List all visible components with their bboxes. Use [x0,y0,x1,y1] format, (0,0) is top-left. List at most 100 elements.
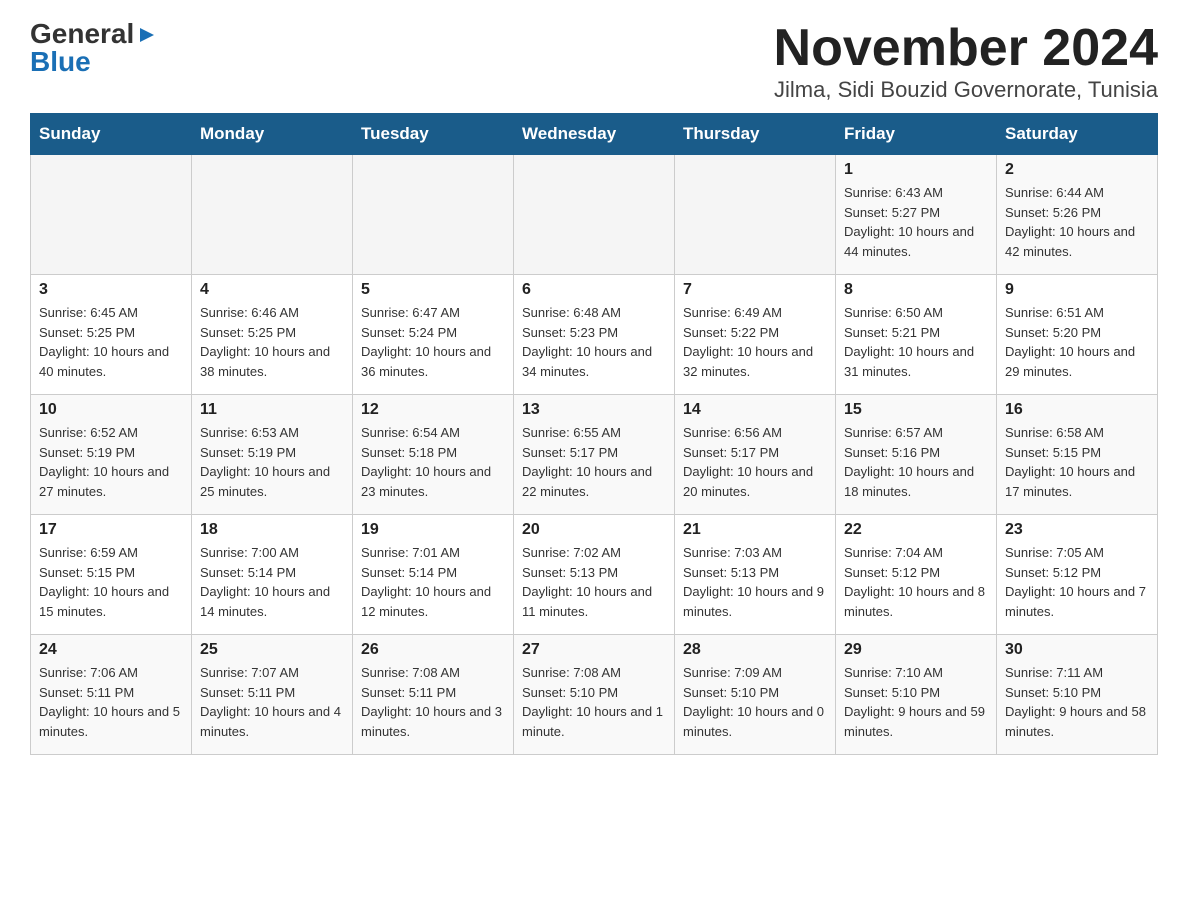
day-info: Sunrise: 7:10 AMSunset: 5:10 PMDaylight:… [844,663,988,741]
calendar-cell: 7 Sunrise: 6:49 AMSunset: 5:22 PMDaylight… [675,275,836,395]
header-sunday: Sunday [31,114,192,155]
day-number: 17 [39,521,183,539]
day-info: Sunrise: 7:06 AMSunset: 5:11 PMDaylight:… [39,663,183,741]
day-info: Sunrise: 6:57 AMSunset: 5:16 PMDaylight:… [844,423,988,501]
day-number: 28 [683,641,827,659]
day-number: 2 [1005,161,1149,179]
calendar-cell: 12 Sunrise: 6:54 AMSunset: 5:18 PMDayligh… [353,395,514,515]
day-number: 23 [1005,521,1149,539]
calendar-cell: 28 Sunrise: 7:09 AMSunset: 5:10 PMDayligh… [675,635,836,755]
calendar-cell: 3 Sunrise: 6:45 AMSunset: 5:25 PMDaylight… [31,275,192,395]
calendar-cell: 24Sunrise: 7:06 AMSunset: 5:11 PMDayligh… [31,635,192,755]
day-number: 20 [522,521,666,539]
header-friday: Friday [836,114,997,155]
calendar-week-row: 17 Sunrise: 6:59 AMSunset: 5:15 PMDayligh… [31,515,1158,635]
title-block: November 2024 Jilma, Sidi Bouzid Governo… [774,20,1158,103]
day-info: Sunrise: 7:03 AMSunset: 5:13 PMDaylight:… [683,543,827,621]
day-info: Sunrise: 6:47 AMSunset: 5:24 PMDaylight:… [361,303,505,381]
calendar-cell: 15 Sunrise: 6:57 AMSunset: 5:16 PMDayligh… [836,395,997,515]
day-info: Sunrise: 7:02 AMSunset: 5:13 PMDaylight:… [522,543,666,621]
calendar-cell: 5 Sunrise: 6:47 AMSunset: 5:24 PMDaylight… [353,275,514,395]
day-info: Sunrise: 6:45 AMSunset: 5:25 PMDaylight:… [39,303,183,381]
day-info: Sunrise: 6:59 AMSunset: 5:15 PMDaylight:… [39,543,183,621]
day-number: 15 [844,401,988,419]
day-number: 5 [361,281,505,299]
calendar-cell: 23 Sunrise: 7:05 AMSunset: 5:12 PMDayligh… [997,515,1158,635]
calendar-cell [192,155,353,275]
header-monday: Monday [192,114,353,155]
calendar-header-row: SundayMondayTuesdayWednesdayThursdayFrid… [31,114,1158,155]
day-number: 10 [39,401,183,419]
calendar-cell: 8 Sunrise: 6:50 AMSunset: 5:21 PMDaylight… [836,275,997,395]
page-header: General Blue November 2024 Jilma, Sidi B… [30,20,1158,103]
logo-text-general: General [30,20,134,48]
day-number: 25 [200,641,344,659]
calendar-cell [675,155,836,275]
day-number: 13 [522,401,666,419]
day-number: 26 [361,641,505,659]
day-number: 21 [683,521,827,539]
day-info: Sunrise: 7:09 AMSunset: 5:10 PMDaylight:… [683,663,827,741]
day-info: Sunrise: 6:43 AMSunset: 5:27 PMDaylight:… [844,183,988,261]
calendar-cell: 6 Sunrise: 6:48 AMSunset: 5:23 PMDaylight… [514,275,675,395]
calendar-cell: 16Sunrise: 6:58 AMSunset: 5:15 PMDayligh… [997,395,1158,515]
day-info: Sunrise: 7:08 AMSunset: 5:11 PMDaylight:… [361,663,505,741]
calendar-table: SundayMondayTuesdayWednesdayThursdayFrid… [30,113,1158,755]
day-number: 16 [1005,401,1149,419]
calendar-cell: 10 Sunrise: 6:52 AMSunset: 5:19 PMDayligh… [31,395,192,515]
calendar-cell: 27Sunrise: 7:08 AMSunset: 5:10 PMDayligh… [514,635,675,755]
calendar-cell: 25 Sunrise: 7:07 AMSunset: 5:11 PMDayligh… [192,635,353,755]
header-wednesday: Wednesday [514,114,675,155]
day-number: 9 [1005,281,1149,299]
day-info: Sunrise: 6:50 AMSunset: 5:21 PMDaylight:… [844,303,988,381]
day-info: Sunrise: 7:01 AMSunset: 5:14 PMDaylight:… [361,543,505,621]
day-number: 11 [200,401,344,419]
logo-text-blue: Blue [30,48,91,76]
day-info: Sunrise: 7:07 AMSunset: 5:11 PMDaylight:… [200,663,344,741]
day-number: 6 [522,281,666,299]
day-info: Sunrise: 6:56 AMSunset: 5:17 PMDaylight:… [683,423,827,501]
calendar-cell: 14 Sunrise: 6:56 AMSunset: 5:17 PMDayligh… [675,395,836,515]
calendar-title: November 2024 [774,20,1158,77]
calendar-cell: 18 Sunrise: 7:00 AMSunset: 5:14 PMDayligh… [192,515,353,635]
header-tuesday: Tuesday [353,114,514,155]
day-number: 3 [39,281,183,299]
day-info: Sunrise: 6:44 AMSunset: 5:26 PMDaylight:… [1005,183,1149,261]
day-number: 12 [361,401,505,419]
day-number: 8 [844,281,988,299]
calendar-week-row: 1Sunrise: 6:43 AMSunset: 5:27 PMDaylight… [31,155,1158,275]
calendar-cell [353,155,514,275]
calendar-cell: 21 Sunrise: 7:03 AMSunset: 5:13 PMDayligh… [675,515,836,635]
day-number: 4 [200,281,344,299]
calendar-cell: 9 Sunrise: 6:51 AMSunset: 5:20 PMDaylight… [997,275,1158,395]
day-info: Sunrise: 6:52 AMSunset: 5:19 PMDaylight:… [39,423,183,501]
day-number: 30 [1005,641,1149,659]
calendar-cell: 22Sunrise: 7:04 AMSunset: 5:12 PMDayligh… [836,515,997,635]
day-info: Sunrise: 7:00 AMSunset: 5:14 PMDaylight:… [200,543,344,621]
day-info: Sunrise: 6:53 AMSunset: 5:19 PMDaylight:… [200,423,344,501]
calendar-cell: 20 Sunrise: 7:02 AMSunset: 5:13 PMDayligh… [514,515,675,635]
calendar-cell: 29Sunrise: 7:10 AMSunset: 5:10 PMDayligh… [836,635,997,755]
calendar-cell: 17 Sunrise: 6:59 AMSunset: 5:15 PMDayligh… [31,515,192,635]
day-number: 14 [683,401,827,419]
calendar-cell [31,155,192,275]
day-info: Sunrise: 7:04 AMSunset: 5:12 PMDaylight:… [844,543,988,621]
day-info: Sunrise: 6:54 AMSunset: 5:18 PMDaylight:… [361,423,505,501]
calendar-cell: 30Sunrise: 7:11 AMSunset: 5:10 PMDayligh… [997,635,1158,755]
day-number: 7 [683,281,827,299]
calendar-week-row: 24Sunrise: 7:06 AMSunset: 5:11 PMDayligh… [31,635,1158,755]
calendar-cell: 4 Sunrise: 6:46 AMSunset: 5:25 PMDaylight… [192,275,353,395]
day-info: Sunrise: 6:48 AMSunset: 5:23 PMDaylight:… [522,303,666,381]
logo: General Blue [30,20,158,76]
day-info: Sunrise: 6:49 AMSunset: 5:22 PMDaylight:… [683,303,827,381]
calendar-cell: 26 Sunrise: 7:08 AMSunset: 5:11 PMDayligh… [353,635,514,755]
day-info: Sunrise: 6:55 AMSunset: 5:17 PMDaylight:… [522,423,666,501]
calendar-cell: 13 Sunrise: 6:55 AMSunset: 5:17 PMDayligh… [514,395,675,515]
day-info: Sunrise: 6:46 AMSunset: 5:25 PMDaylight:… [200,303,344,381]
day-number: 19 [361,521,505,539]
header-saturday: Saturday [997,114,1158,155]
day-info: Sunrise: 7:05 AMSunset: 5:12 PMDaylight:… [1005,543,1149,621]
calendar-cell [514,155,675,275]
day-info: Sunrise: 6:51 AMSunset: 5:20 PMDaylight:… [1005,303,1149,381]
day-number: 18 [200,521,344,539]
